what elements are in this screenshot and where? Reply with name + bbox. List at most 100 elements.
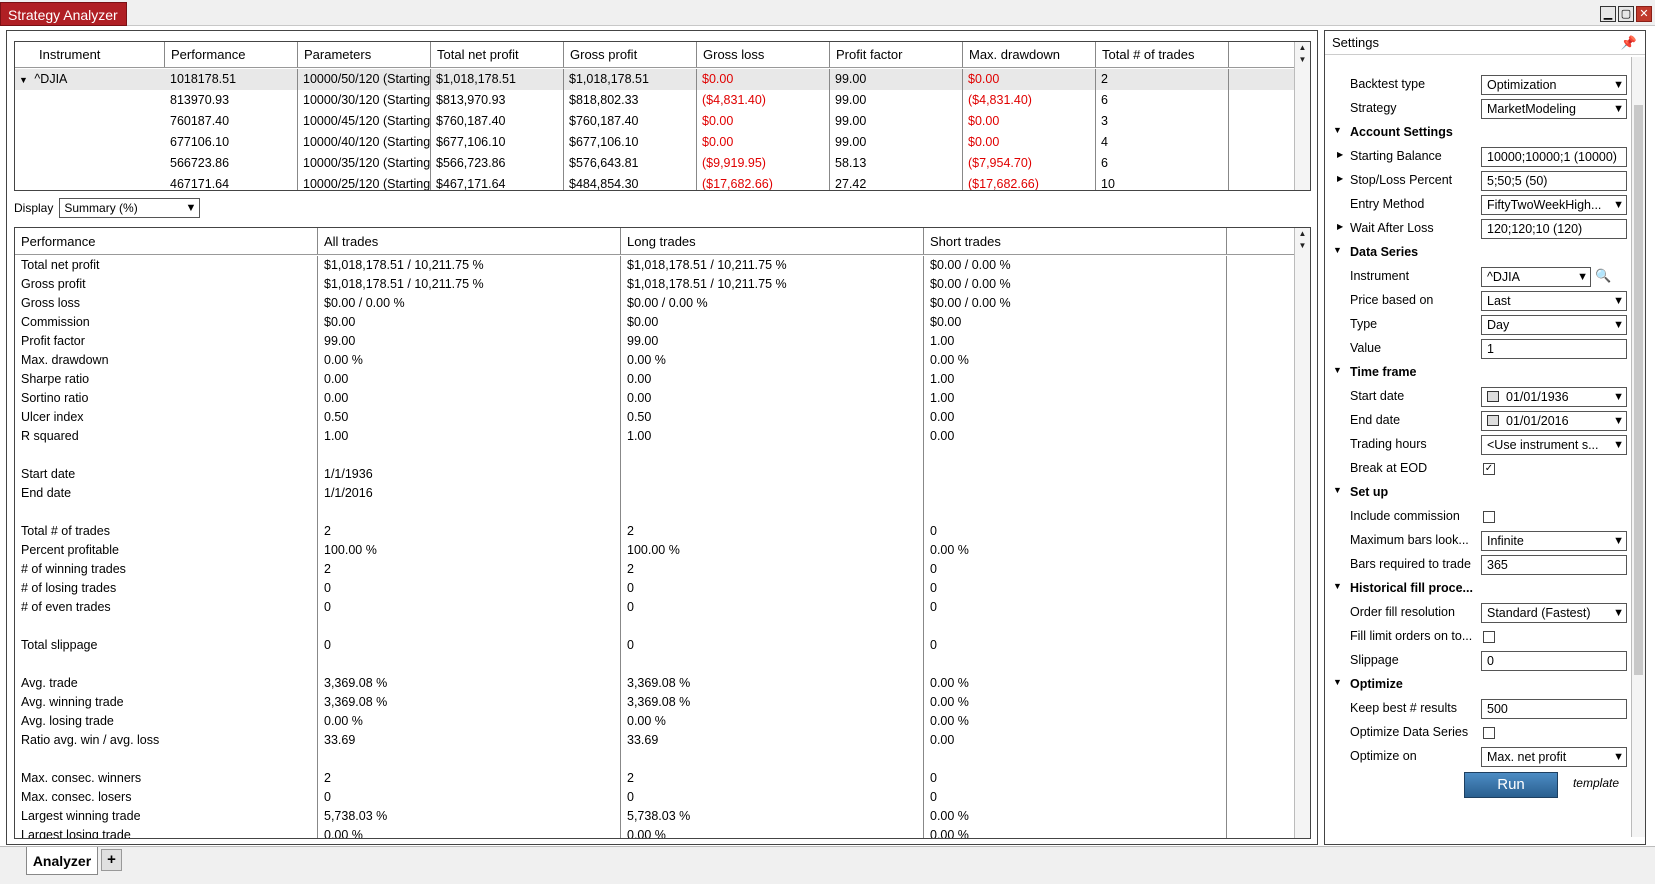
collapse-triangle-icon[interactable]: ▼ bbox=[1333, 581, 1342, 591]
settings-property: Instrument ^DJIA ▼ 🔍 bbox=[1325, 265, 1630, 289]
pin-icon[interactable]: 📌 bbox=[1621, 31, 1637, 55]
scroll-down-icon[interactable]: ▼ bbox=[1295, 240, 1310, 252]
table-row[interactable]: 566723.86 10000/35/120 (Starting $566,723.… bbox=[15, 153, 1295, 174]
display-select[interactable]: Summary (%) ▼ bbox=[59, 198, 201, 218]
settings-category[interactable]: ▼ Account Settings bbox=[1325, 121, 1630, 145]
property-date[interactable]: 01/01/2016 ▼ bbox=[1481, 411, 1627, 431]
column-header[interactable]: Total # of trades bbox=[1096, 42, 1229, 67]
property-label: Type bbox=[1350, 317, 1378, 331]
property-select[interactable]: Infinite ▼ bbox=[1481, 531, 1627, 551]
column-header[interactable]: Gross loss bbox=[697, 42, 830, 67]
expand-triangle-icon[interactable]: ▶ bbox=[1337, 174, 1343, 183]
property-text[interactable]: 1 bbox=[1481, 339, 1627, 359]
chevron-down-icon[interactable]: ▼ bbox=[1611, 604, 1624, 622]
expand-triangle-icon[interactable]: ▶ bbox=[1337, 150, 1343, 159]
property-select[interactable]: Day ▼ bbox=[1481, 315, 1627, 335]
property-select[interactable]: Standard (Fastest) ▼ bbox=[1481, 603, 1627, 623]
property-instrument[interactable]: ^DJIA ▼ bbox=[1481, 267, 1591, 287]
chevron-down-icon[interactable]: ▼ bbox=[1611, 76, 1624, 94]
results-scrollbar[interactable]: ▲ ▼ bbox=[1294, 42, 1310, 190]
property-text[interactable]: 365 bbox=[1481, 555, 1627, 575]
property-checkbox[interactable]: ✓ bbox=[1483, 463, 1495, 475]
property-text[interactable]: 500 bbox=[1481, 699, 1627, 719]
table-row[interactable]: 467171.64 10000/25/120 (Starting $467,171.… bbox=[15, 174, 1295, 190]
property-select[interactable]: FiftyTwoWeekHigh... ▼ bbox=[1481, 195, 1627, 215]
summary-scrollbar[interactable]: ▲ ▼ bbox=[1294, 228, 1310, 838]
table-cell: $818,802.33 bbox=[564, 90, 697, 111]
scroll-up-icon[interactable]: ▲ bbox=[1295, 42, 1310, 54]
chevron-down-icon[interactable]: ▼ bbox=[1611, 388, 1624, 406]
settings-scrollbar[interactable] bbox=[1631, 57, 1645, 837]
column-header[interactable]: All trades bbox=[318, 228, 621, 254]
property-date[interactable]: 01/01/1936 ▼ bbox=[1481, 387, 1627, 407]
close-icon[interactable]: ✕ bbox=[1636, 6, 1652, 22]
collapse-triangle-icon[interactable]: ▼ bbox=[1333, 485, 1342, 495]
minimize-icon[interactable]: ▁ bbox=[1600, 6, 1616, 22]
collapse-triangle-icon[interactable]: ▼ bbox=[1333, 125, 1342, 135]
column-header[interactable]: Profit factor bbox=[830, 42, 963, 67]
property-select[interactable]: MarketModeling ▼ bbox=[1481, 99, 1627, 119]
run-button[interactable]: Run bbox=[1464, 772, 1558, 798]
settings-category[interactable]: ▼ Optimize bbox=[1325, 673, 1630, 697]
chevron-down-icon[interactable]: ▼ bbox=[1611, 412, 1624, 430]
column-header[interactable]: Performance bbox=[15, 228, 318, 254]
chevron-down-icon[interactable]: ▼ bbox=[1611, 316, 1624, 334]
property-text[interactable]: 0 bbox=[1481, 651, 1627, 671]
settings-category[interactable]: ▼ Historical fill proce... bbox=[1325, 577, 1630, 601]
collapse-triangle-icon[interactable]: ▼ bbox=[1333, 677, 1342, 687]
add-tab-button[interactable]: + bbox=[101, 849, 122, 871]
chevron-down-icon[interactable]: ▼ bbox=[1575, 268, 1588, 286]
table-row[interactable]: 677106.10 10000/40/120 (Starting $677,106.… bbox=[15, 132, 1295, 153]
property-text[interactable]: 5;50;5 (50) bbox=[1481, 171, 1627, 191]
column-header[interactable]: Total net profit bbox=[431, 42, 564, 67]
chevron-down-icon[interactable]: ▼ bbox=[1611, 292, 1624, 310]
chevron-down-icon[interactable]: ▼ bbox=[1611, 748, 1624, 766]
settings-category[interactable]: ▼ Time frame bbox=[1325, 361, 1630, 385]
settings-category[interactable]: ▼ Data Series bbox=[1325, 241, 1630, 265]
property-text[interactable]: 120;120;10 (120) bbox=[1481, 219, 1627, 239]
column-header[interactable]: Parameters bbox=[298, 42, 431, 67]
property-select[interactable]: Optimization ▼ bbox=[1481, 75, 1627, 95]
expand-triangle-icon[interactable]: ▼ bbox=[19, 75, 30, 85]
property-select[interactable]: Max. net profit ▼ bbox=[1481, 747, 1627, 767]
column-header[interactable]: Long trades bbox=[621, 228, 924, 254]
expand-triangle-icon[interactable]: ▶ bbox=[1337, 222, 1343, 231]
property-checkbox[interactable] bbox=[1483, 727, 1495, 739]
template-link[interactable]: template bbox=[1573, 776, 1619, 790]
maximize-icon[interactable]: ▢ bbox=[1618, 6, 1634, 22]
property-checkbox[interactable] bbox=[1483, 511, 1495, 523]
calendar-icon[interactable] bbox=[1487, 391, 1499, 402]
summary-row bbox=[15, 503, 1295, 522]
column-header[interactable]: Performance bbox=[165, 42, 298, 67]
tab-analyzer[interactable]: Analyzer bbox=[26, 847, 98, 875]
chevron-down-icon[interactable]: ▼ bbox=[1611, 196, 1624, 214]
chevron-down-icon[interactable]: ▼ bbox=[1611, 436, 1624, 454]
property-select[interactable]: Last ▼ bbox=[1481, 291, 1627, 311]
table-row[interactable]: 813970.93 10000/30/120 (Starting $813,970.… bbox=[15, 90, 1295, 111]
property-checkbox[interactable] bbox=[1483, 631, 1495, 643]
property-text[interactable]: 10000;10000;1 (10000) bbox=[1481, 147, 1627, 167]
property-label: Order fill resolution bbox=[1350, 605, 1455, 619]
collapse-triangle-icon[interactable]: ▼ bbox=[1333, 365, 1342, 375]
table-row[interactable]: 760187.40 10000/45/120 (Starting $760,187.… bbox=[15, 111, 1295, 132]
scroll-down-icon[interactable]: ▼ bbox=[1295, 54, 1310, 66]
table-cell: 10000/45/120 (Starting bbox=[298, 111, 431, 132]
settings-category[interactable]: ▼ Set up bbox=[1325, 481, 1630, 505]
property-label: Bars required to trade bbox=[1350, 557, 1471, 571]
metric-value: 3,369.08 % bbox=[318, 674, 621, 693]
collapse-triangle-icon[interactable]: ▼ bbox=[1333, 245, 1342, 255]
column-header[interactable]: Gross profit bbox=[564, 42, 697, 67]
chevron-down-icon[interactable]: ▼ bbox=[1611, 532, 1624, 550]
metric-label: R squared bbox=[15, 427, 318, 446]
search-icon[interactable]: 🔍 bbox=[1595, 268, 1611, 284]
scroll-up-icon[interactable]: ▲ bbox=[1295, 228, 1310, 240]
column-header[interactable]: Short trades bbox=[924, 228, 1227, 254]
scroll-thumb[interactable] bbox=[1634, 105, 1643, 675]
chevron-down-icon[interactable]: ▼ bbox=[1611, 100, 1624, 118]
metric-value: 0.00 bbox=[318, 389, 621, 408]
table-row[interactable]: ▼ ^DJIA 1018178.51 10000/50/120 (Starting $… bbox=[15, 69, 1295, 90]
property-select[interactable]: <Use instrument s... ▼ bbox=[1481, 435, 1627, 455]
column-header[interactable]: Instrument bbox=[15, 42, 165, 67]
column-header[interactable]: Max. drawdown bbox=[963, 42, 1096, 67]
calendar-icon[interactable] bbox=[1487, 415, 1499, 426]
